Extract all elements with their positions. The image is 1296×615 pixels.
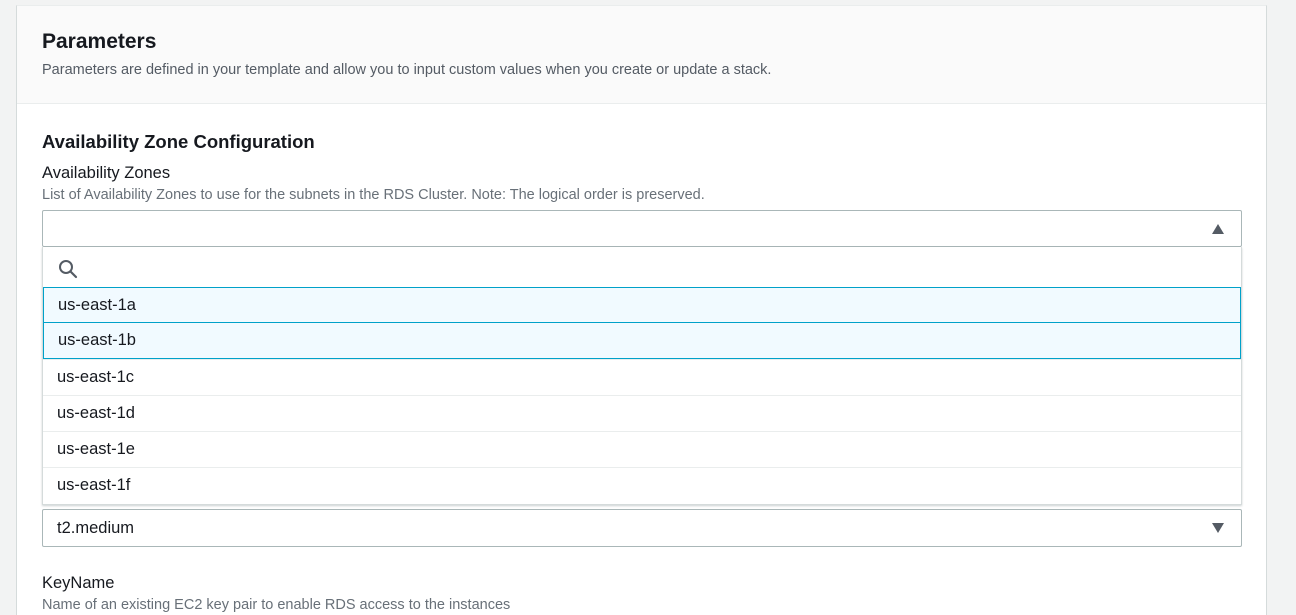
- caret-up-icon: [1212, 224, 1224, 234]
- parameters-header: Parameters Parameters are defined in you…: [17, 6, 1266, 104]
- parameters-panel: Parameters Parameters are defined in you…: [16, 5, 1267, 615]
- instance-type-value: t2.medium: [57, 519, 135, 537]
- keyname-description: Name of an existing EC2 key pair to enab…: [42, 597, 511, 613]
- instance-type-select[interactable]: t2.medium: [42, 509, 1242, 547]
- keyname-label: KeyName: [42, 574, 115, 592]
- option-us-east-1e[interactable]: us-east-1e: [43, 431, 1241, 467]
- availability-zones-dropdown: us-east-1a us-east-1b us-east-1c us-east…: [42, 247, 1242, 505]
- parameters-description: Parameters are defined in your template …: [42, 62, 772, 78]
- option-us-east-1f[interactable]: us-east-1f: [43, 467, 1241, 503]
- option-us-east-1d[interactable]: us-east-1d: [43, 395, 1241, 431]
- availability-zones-multiselect[interactable]: [42, 210, 1242, 247]
- search-icon: [59, 260, 78, 279]
- parameters-title: Parameters: [42, 30, 157, 53]
- option-us-east-1a[interactable]: us-east-1a: [43, 287, 1241, 323]
- option-us-east-1c[interactable]: us-east-1c: [43, 359, 1241, 395]
- caret-down-icon: [1212, 523, 1224, 533]
- dropdown-search[interactable]: [43, 247, 1241, 287]
- availability-zone-section-title: Availability Zone Configuration: [42, 131, 315, 152]
- option-us-east-1b[interactable]: us-east-1b: [43, 322, 1241, 359]
- availability-zones-label: Availability Zones: [42, 164, 171, 182]
- availability-zones-description: List of Availability Zones to use for th…: [42, 187, 705, 203]
